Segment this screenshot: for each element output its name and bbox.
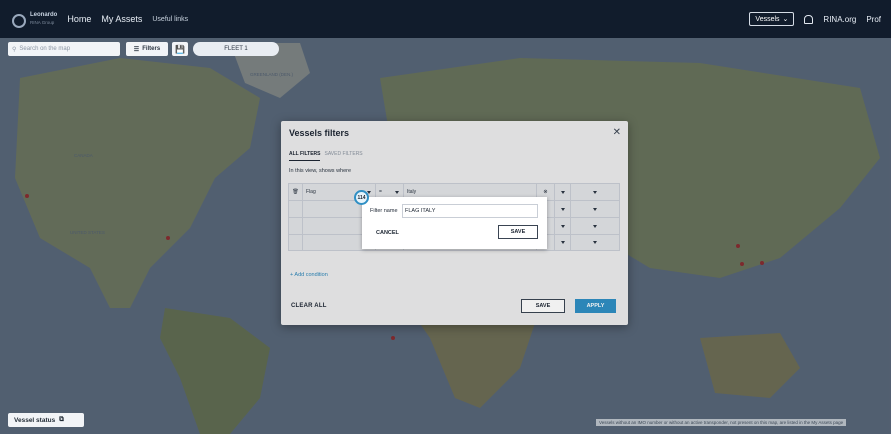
operator-select-value: = xyxy=(379,189,382,195)
map-label-united-states: UNITED STATES xyxy=(70,230,105,235)
map-footnote: Vessels without an IMO number or without… xyxy=(596,419,847,426)
filter-name-label: Filter name xyxy=(370,208,398,214)
caret-down-icon xyxy=(593,224,597,228)
logic-select[interactable] xyxy=(555,201,571,217)
save-filter-popup: Filter name FLAG ITALY CANCEL SAVE xyxy=(362,197,547,249)
filter-name-input[interactable]: FLAG ITALY xyxy=(402,204,538,218)
popup-cancel-button[interactable]: CANCEL xyxy=(376,230,399,236)
logo-title: Leonardo xyxy=(30,12,58,18)
sliders-icon: ☰ xyxy=(133,46,140,53)
search-placeholder: Search on the map xyxy=(19,46,71,52)
caret-down-icon xyxy=(593,241,597,244)
row-options-select[interactable] xyxy=(571,235,619,250)
vessel-status-button[interactable]: Vessel status ⧉ xyxy=(8,413,84,427)
caret-down-icon xyxy=(560,224,565,228)
rina-org-link[interactable]: RINA.org xyxy=(823,15,856,24)
vessels-dropdown-label: Vessels xyxy=(755,15,780,23)
logo-subtitle: RINA Group xyxy=(30,20,55,25)
save-filters-button[interactable]: SAVE xyxy=(521,299,565,313)
filter-name-value: FLAG ITALY xyxy=(405,208,436,214)
floppy-disk-icon: 💾 xyxy=(175,44,185,54)
step-badge: 114 xyxy=(354,190,369,205)
map-label-greenland: GREENLAND (DEN.) xyxy=(250,72,294,77)
map-label-canada: CANADA xyxy=(74,153,93,158)
value-input-value: Italy xyxy=(407,189,417,195)
trash-icon[interactable]: 🗑 xyxy=(292,189,298,195)
profile-menu[interactable]: Prof xyxy=(866,15,881,24)
map-search-input[interactable]: ⚲ Search on the map xyxy=(8,42,120,56)
row-icon-cell xyxy=(289,218,303,234)
fleet-label: FLEET 1 xyxy=(224,46,248,52)
filters-button[interactable]: ☰ Filters xyxy=(126,42,168,56)
external-link-icon: ⧉ xyxy=(59,416,64,423)
logic-select[interactable] xyxy=(555,218,571,234)
tab-saved-filters[interactable]: SAVED FILTERS xyxy=(324,151,362,161)
vessel-status-label: Vessel status xyxy=(14,416,56,424)
nav-my-assets-link[interactable]: My Assets xyxy=(101,14,142,24)
add-condition-link[interactable]: + Add condition xyxy=(290,272,328,278)
saved-filters-button[interactable]: 💾 xyxy=(172,42,188,56)
vessels-dropdown[interactable]: Vessels ⌄ xyxy=(749,12,795,26)
shows-where-text: In this view, shows where xyxy=(289,168,352,174)
logo[interactable]: Leonardo RINA Group xyxy=(10,12,58,28)
logic-select[interactable] xyxy=(555,184,571,200)
logic-select[interactable] xyxy=(555,235,571,250)
filters-button-label: Filters xyxy=(142,46,161,52)
caret-down-icon xyxy=(593,190,597,194)
apply-filters-button[interactable]: APPLY xyxy=(575,299,616,313)
caret-down-icon xyxy=(560,190,565,194)
chevron-down-icon: ⌄ xyxy=(782,16,789,23)
row-icon-cell xyxy=(289,201,303,217)
topbar-right-group: Vessels ⌄ RINA.org Prof xyxy=(749,12,881,26)
row-options-select[interactable] xyxy=(571,201,619,217)
row-options-select[interactable] xyxy=(571,218,619,234)
popup-save-button[interactable]: SAVE xyxy=(498,225,538,239)
close-icon[interactable]: ✕ xyxy=(613,127,621,138)
logo-icon xyxy=(10,12,26,28)
row-icon-cell: 🗑 xyxy=(289,184,303,200)
caret-down-icon xyxy=(560,207,565,211)
fleet-selector[interactable]: FLEET 1 xyxy=(193,42,279,56)
modal-title: Vessels filters xyxy=(289,128,350,138)
caret-down-icon xyxy=(593,207,597,211)
caret-down-icon xyxy=(395,190,399,194)
row-options-select[interactable] xyxy=(571,184,619,200)
bell-icon[interactable] xyxy=(804,14,814,24)
modal-tabs: ALL FILTERS SAVED FILTERS xyxy=(289,151,363,161)
row-icon-cell xyxy=(289,235,303,250)
tab-all-filters[interactable]: ALL FILTERS xyxy=(289,151,321,161)
nav-home-link[interactable]: Home xyxy=(67,14,91,24)
nav-useful-links[interactable]: Useful links xyxy=(152,16,188,23)
top-navigation-bar: Leonardo RINA Group Home My Assets Usefu… xyxy=(0,0,891,38)
clear-value-icon: ⊗ xyxy=(543,189,548,195)
field-select-value: Flag xyxy=(306,189,316,195)
search-icon: ⚲ xyxy=(12,46,17,53)
caret-down-icon xyxy=(560,241,565,244)
clear-all-button[interactable]: CLEAR ALL xyxy=(291,303,327,309)
